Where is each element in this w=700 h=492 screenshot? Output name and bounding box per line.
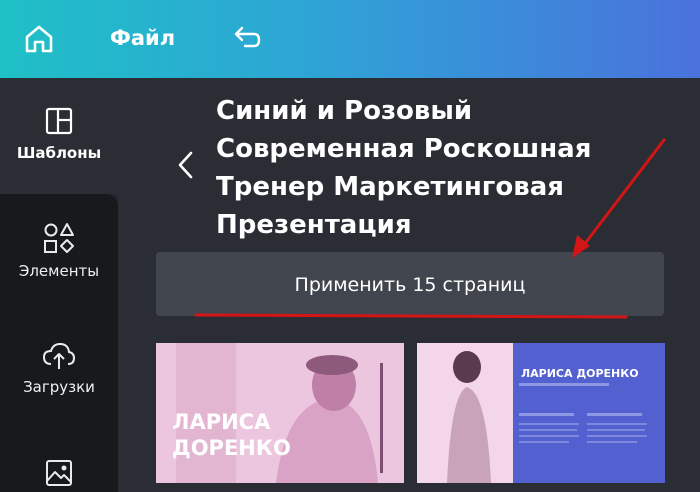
shapes-icon xyxy=(44,223,74,253)
sidebar-item-uploads[interactable]: Загрузки xyxy=(0,340,118,396)
top-bar: Файл xyxy=(0,0,700,78)
thumbnail-name-line: ДОРЕНКО xyxy=(172,436,291,460)
page-thumbnail[interactable]: ЛАРИСА ДОРЕНКО xyxy=(156,343,404,483)
sidebar-item-templates[interactable]: Шаблоны xyxy=(0,106,118,162)
back-chevron-icon[interactable] xyxy=(172,148,200,182)
templates-icon xyxy=(45,107,73,135)
home-icon[interactable] xyxy=(22,22,56,56)
template-title-line: Презентация xyxy=(216,210,412,240)
thumbnail-photo xyxy=(417,343,665,483)
apply-pages-button[interactable]: Применить 15 страниц xyxy=(156,252,664,316)
sidebar-item-label: Шаблоны xyxy=(16,144,102,162)
thumbnail-name-line: ЛАРИСА ДОРЕНКО xyxy=(521,367,639,380)
undo-icon[interactable] xyxy=(229,22,263,56)
sidebar-item-photos[interactable] xyxy=(0,458,118,488)
cloud-upload-icon xyxy=(42,342,76,369)
template-title-line: Современная Роскошная xyxy=(216,134,592,164)
page-thumbnail[interactable]: ЛАРИСА ДОРЕНКО xyxy=(417,343,665,483)
sidebar-item-elements[interactable]: Элементы xyxy=(0,222,118,280)
template-title-line: Тренер Маркетинговая xyxy=(216,172,564,202)
file-menu[interactable]: Файл xyxy=(110,26,175,50)
thumbnail-name: ЛАРИСА ДОРЕНКО xyxy=(521,367,639,380)
sidebar: Шаблоны Элементы Загрузки xyxy=(0,78,118,492)
template-title-line: Синий и Розовый xyxy=(216,96,473,126)
sidebar-item-label: Элементы xyxy=(18,262,100,280)
image-icon xyxy=(46,460,72,486)
thumbnail-name-line: ЛАРИСА xyxy=(172,410,271,434)
thumbnail-name: ЛАРИСА ДОРЕНКО xyxy=(172,409,291,461)
sidebar-item-label: Загрузки xyxy=(23,378,95,396)
template-title: Синий и Розовый Современная Роскошная Тр… xyxy=(216,92,656,244)
